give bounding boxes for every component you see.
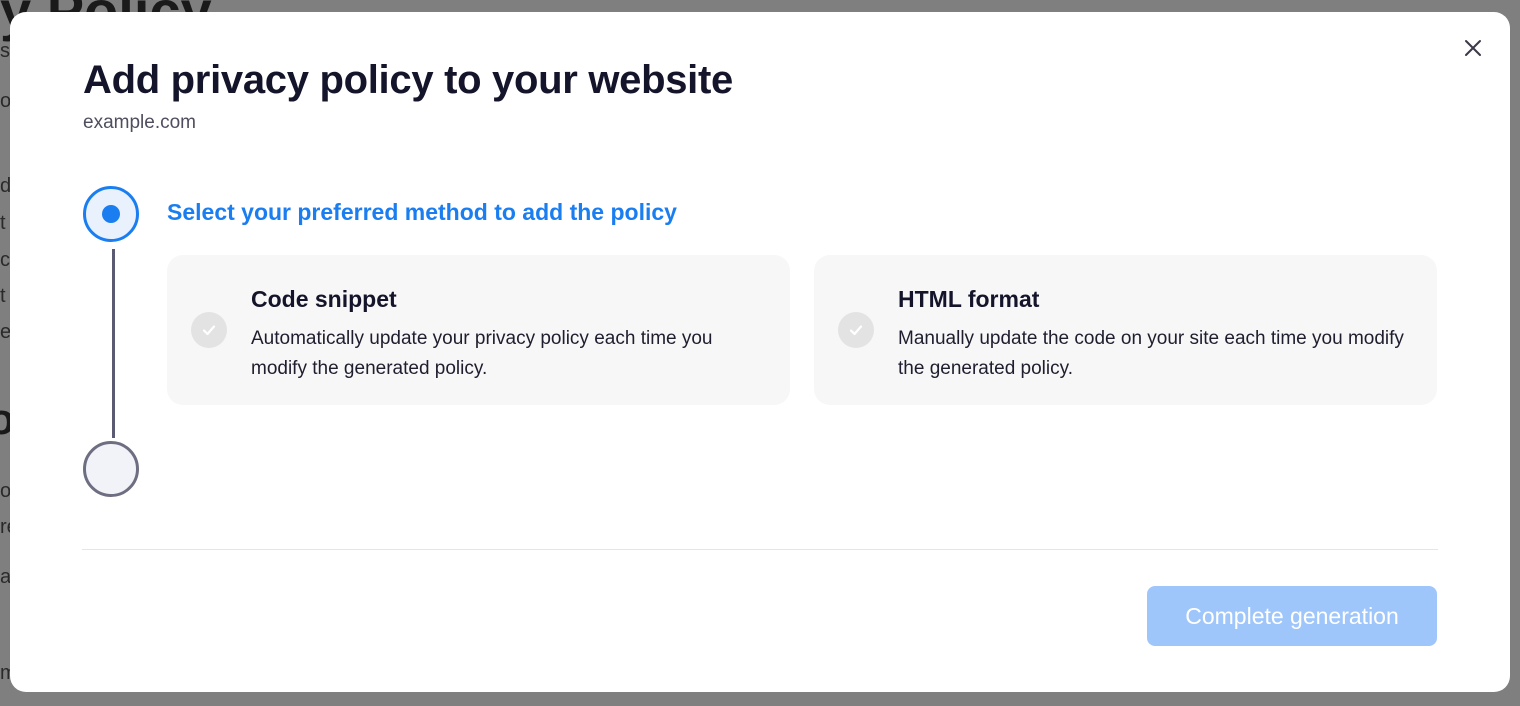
step-2-indicator: [83, 441, 139, 497]
option-description: Manually update the code on your site ea…: [898, 328, 1404, 379]
add-privacy-policy-modal: Add privacy policy to your website examp…: [10, 12, 1510, 692]
option-check-circle: [838, 312, 874, 348]
option-card-code-snippet[interactable]: Code snippet Automatically update your p…: [167, 255, 790, 405]
option-card-html-format[interactable]: HTML format Manually update the code on …: [814, 255, 1437, 405]
close-icon: [1465, 40, 1481, 56]
modal-title: Add privacy policy to your website: [83, 58, 733, 102]
option-title: Code snippet: [251, 286, 397, 312]
option-check-circle: [191, 312, 227, 348]
background-text-fragment: t: [0, 285, 6, 307]
stepper-connector: [112, 249, 115, 438]
step-1-heading: Select your preferred method to add the …: [167, 199, 677, 225]
complete-generation-button[interactable]: Complete generation: [1147, 586, 1437, 646]
option-title: HTML format: [898, 286, 1040, 312]
check-icon: [849, 325, 863, 336]
active-step-dot: [102, 205, 120, 223]
check-icon: [202, 325, 216, 336]
footer-divider: [82, 549, 1438, 550]
close-button[interactable]: [1462, 37, 1484, 59]
background-text-fragment: t: [0, 212, 6, 234]
step-1-indicator: [83, 186, 139, 242]
option-description: Automatically update your privacy policy…: [251, 328, 713, 379]
website-domain: example.com: [83, 112, 196, 133]
